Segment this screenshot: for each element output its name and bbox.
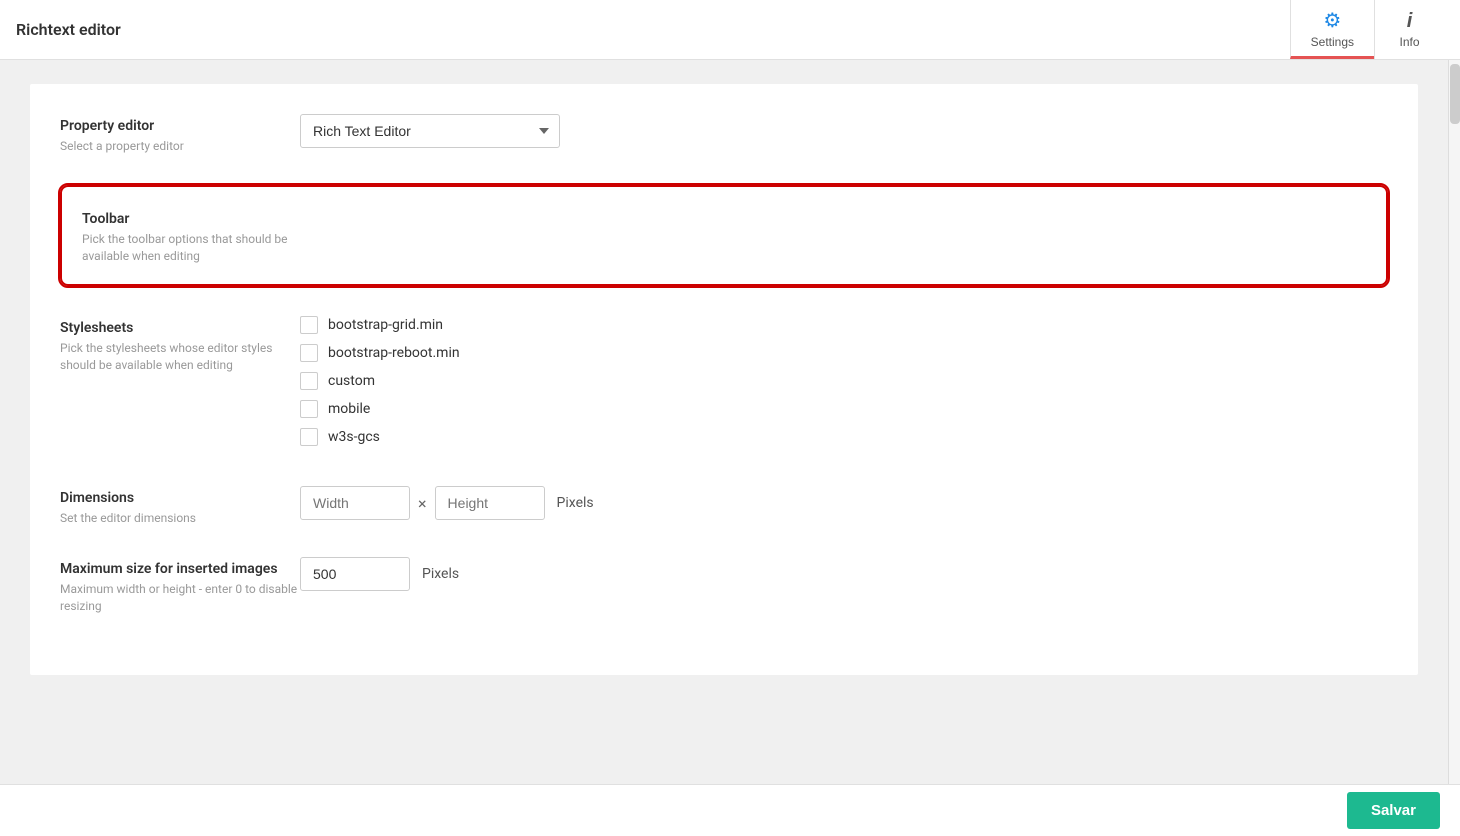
max-image-size-row: Maximum size for inserted images Maximum…	[60, 557, 1388, 615]
max-image-size-inputs: Pixels	[300, 557, 1388, 591]
stylesheet-checkbox-bootstrap-grid[interactable]	[300, 316, 318, 334]
toolbar-section: Toolbar Pick the toolbar options that sh…	[60, 185, 1388, 287]
dimensions-separator: ×	[418, 494, 427, 513]
property-editor-desc: Select a property editor	[60, 138, 300, 155]
scrollbar-track[interactable]	[1448, 60, 1460, 836]
dimensions-control-col: × Pixels	[300, 486, 1388, 520]
content-card: Property editor Select a property editor…	[30, 84, 1418, 675]
dimensions-unit: Pixels	[557, 495, 594, 511]
dimensions-label-col: Dimensions Set the editor dimensions	[60, 486, 300, 527]
stylesheet-checkbox-bootstrap-reboot[interactable]	[300, 344, 318, 362]
toolbar-row: Toolbar Pick the toolbar options that sh…	[82, 207, 1366, 265]
save-button[interactable]: Salvar	[1347, 792, 1440, 829]
stylesheets-title: Stylesheets	[60, 320, 300, 336]
stylesheet-item-w3s-gcs: w3s-gcs	[300, 428, 1388, 446]
stylesheets-label-col: Stylesheets Pick the stylesheets whose e…	[60, 316, 300, 374]
stylesheet-item-bootstrap-grid: bootstrap-grid.min	[300, 316, 1388, 334]
stylesheet-label-custom: custom	[328, 373, 375, 389]
stylesheet-checkbox-mobile[interactable]	[300, 400, 318, 418]
scrollbar-thumb[interactable]	[1450, 64, 1460, 124]
settings-icon: ⚙	[1323, 8, 1341, 33]
stylesheet-label-bootstrap-grid: bootstrap-grid.min	[328, 317, 443, 333]
stylesheet-checkbox-custom[interactable]	[300, 372, 318, 390]
stylesheet-label-bootstrap-reboot: bootstrap-reboot.min	[328, 345, 460, 361]
main-content: Property editor Select a property editor…	[0, 60, 1448, 784]
stylesheet-item-bootstrap-reboot: bootstrap-reboot.min	[300, 344, 1388, 362]
settings-button[interactable]: ⚙ Settings	[1290, 0, 1374, 59]
dimensions-title: Dimensions	[60, 490, 300, 506]
max-image-size-title: Maximum size for inserted images	[60, 561, 300, 577]
property-editor-label-col: Property editor Select a property editor	[60, 114, 300, 155]
bottom-bar: Salvar	[0, 784, 1460, 836]
page-title: Richtext editor	[16, 20, 1290, 39]
toolbar-label-col: Toolbar Pick the toolbar options that sh…	[82, 207, 322, 265]
stylesheet-item-custom: custom	[300, 372, 1388, 390]
width-input[interactable]	[300, 486, 410, 520]
property-editor-title: Property editor	[60, 118, 300, 134]
stylesheets-control-col: bootstrap-grid.min bootstrap-reboot.min …	[300, 316, 1388, 456]
stylesheets-desc: Pick the stylesheets whose editor styles…	[60, 340, 300, 374]
stylesheet-label-w3s-gcs: w3s-gcs	[328, 429, 380, 445]
property-editor-control-col: Rich Text Editor Textarea Text string	[300, 114, 1388, 148]
header-bar: Richtext editor ⚙ Settings i Info	[0, 0, 1460, 60]
stylesheet-label-mobile: mobile	[328, 401, 370, 417]
info-button[interactable]: i Info	[1374, 0, 1444, 59]
property-editor-row: Property editor Select a property editor…	[60, 114, 1388, 155]
dimensions-inputs: × Pixels	[300, 486, 1388, 520]
dimensions-row: Dimensions Set the editor dimensions × P…	[60, 486, 1388, 527]
max-image-size-desc: Maximum width or height - enter 0 to dis…	[60, 581, 300, 615]
max-image-size-control-col: Pixels	[300, 557, 1388, 591]
height-input[interactable]	[435, 486, 545, 520]
toolbar-desc: Pick the toolbar options that should be …	[82, 231, 322, 265]
stylesheets-row: Stylesheets Pick the stylesheets whose e…	[60, 316, 1388, 456]
max-size-unit: Pixels	[422, 566, 459, 582]
info-icon: i	[1407, 10, 1413, 33]
property-editor-select[interactable]: Rich Text Editor Textarea Text string	[300, 114, 560, 148]
info-label: Info	[1399, 35, 1419, 49]
max-size-input[interactable]	[300, 557, 410, 591]
header-actions: ⚙ Settings i Info	[1290, 0, 1444, 59]
dimensions-desc: Set the editor dimensions	[60, 510, 300, 527]
settings-label: Settings	[1311, 35, 1354, 49]
max-image-size-label-col: Maximum size for inserted images Maximum…	[60, 557, 300, 615]
toolbar-title: Toolbar	[82, 211, 322, 227]
stylesheet-item-mobile: mobile	[300, 400, 1388, 418]
stylesheet-checkbox-w3s-gcs[interactable]	[300, 428, 318, 446]
